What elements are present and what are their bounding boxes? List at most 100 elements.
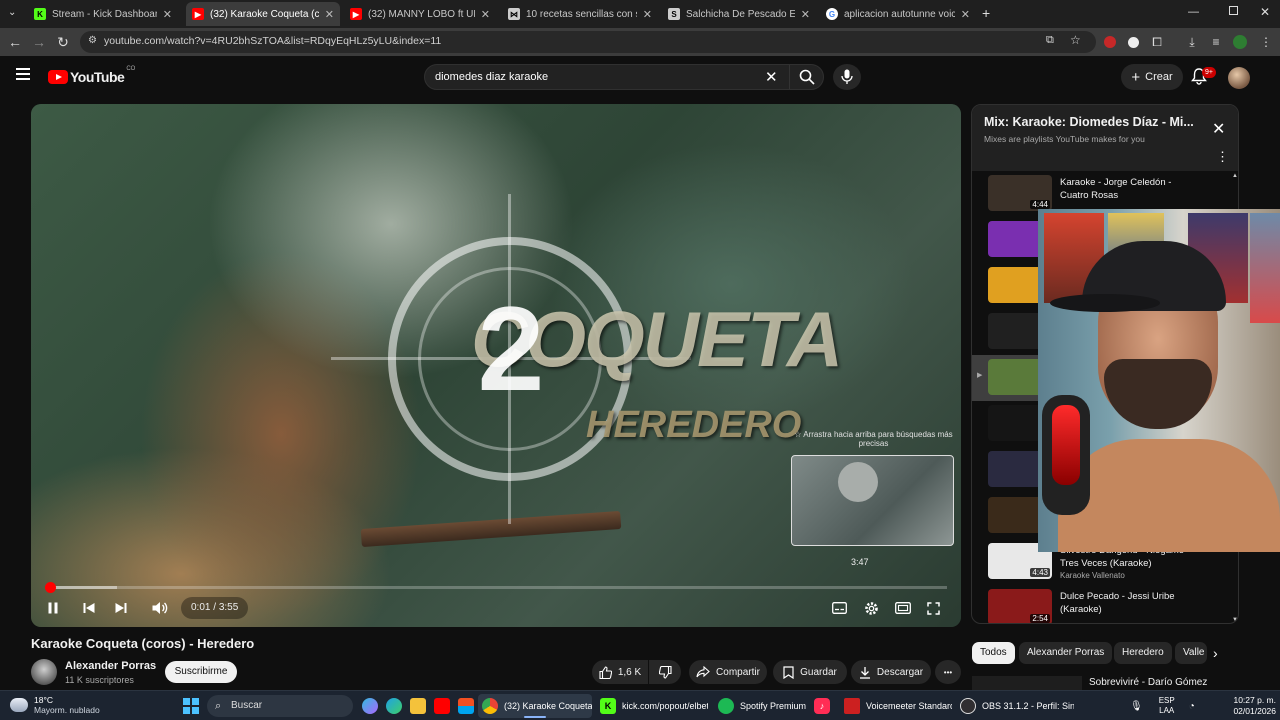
chip-channel[interactable]: Alexander Porras (1019, 642, 1113, 664)
language-indicator[interactable]: ESP LAA (1159, 696, 1175, 716)
playlist-more-icon[interactable]: ⋮ (1216, 149, 1229, 165)
browser-tab[interactable]: S Salchicha De Pescado En Form ✕ (662, 2, 816, 26)
close-icon[interactable]: ✕ (481, 8, 490, 21)
taskbar-window-obs[interactable]: OBS 31.1.2 - Perfil: Sin Tí (956, 694, 1074, 718)
playlist-title[interactable]: Mix: Karaoke: Diomedes Díaz - Mi... (984, 115, 1194, 129)
chip-all[interactable]: Todos (972, 642, 1015, 664)
profile-dot-icon[interactable] (1125, 34, 1141, 50)
browser-tab[interactable]: G aplicacion autotunne voiceme ✕ (820, 2, 976, 26)
pause-icon[interactable] (43, 598, 63, 618)
tab-title: Salchicha De Pescado En Form (686, 8, 795, 20)
progress-bar[interactable] (44, 582, 947, 593)
back-icon[interactable]: ← (6, 33, 24, 51)
close-icon[interactable]: ✕ (801, 8, 810, 21)
chip-heredero[interactable]: Heredero (1114, 642, 1172, 664)
fullscreen-icon[interactable] (923, 598, 943, 618)
subscribe-button[interactable]: Suscribirme (165, 661, 237, 683)
minimize-icon[interactable]: — (1188, 6, 1199, 18)
chevron-right-icon[interactable]: › (1213, 645, 1218, 661)
taskbar-window-chrome[interactable]: (32) Karaoke Coqueta (c (478, 694, 592, 718)
share-arrow-icon (696, 666, 710, 678)
forward-icon[interactable]: → (30, 33, 48, 51)
settings-gear-icon[interactable] (861, 598, 881, 618)
chip-valle[interactable]: Valle (1175, 642, 1207, 664)
share-button[interactable]: Compartir (689, 660, 767, 684)
close-playlist-icon[interactable]: ✕ (1212, 119, 1225, 139)
mic-tray-icon[interactable]: 🎙 (1130, 701, 1143, 712)
download-button[interactable]: Descargar (851, 660, 931, 684)
save-button[interactable]: Guardar (773, 660, 847, 684)
close-icon[interactable]: ✕ (163, 8, 172, 21)
channel-avatar[interactable] (31, 659, 57, 685)
create-button[interactable]: + Crear (1121, 64, 1183, 90)
extensions-puzzle-icon[interactable]: ⧠ (1149, 34, 1165, 50)
copilot-icon[interactable] (362, 698, 378, 714)
progress-scrubber-handle[interactable] (44, 582, 56, 593)
taskbar-window-spotify[interactable]: Spotify Premium (714, 694, 806, 718)
browser-menu-icon[interactable]: ⋮ (1258, 34, 1274, 50)
taskbar-search[interactable]: ⌕ Buscar (207, 695, 353, 717)
site-info-icon[interactable]: ⚙ (88, 35, 97, 46)
search-icon[interactable] (789, 65, 823, 89)
youtube-logo[interactable]: YouTube CO (48, 66, 135, 85)
taskbar-window-voicemeeter[interactable]: Voicemeeter Standard (840, 694, 952, 718)
tab-search-chevron-icon[interactable]: ⌄ (8, 7, 16, 18)
channel-name[interactable]: Alexander Porras (65, 660, 156, 672)
network-icon[interactable]: ◔ (1189, 701, 1195, 712)
dislike-button[interactable] (649, 660, 681, 684)
file-explorer-icon[interactable] (410, 698, 426, 714)
restore-icon[interactable] (1229, 6, 1238, 15)
related-video[interactable]: Sobreviviré - Darío Gómez (972, 674, 1240, 690)
playlist-item[interactable]: 2:54 Dulce Pecado - Jessi Uribe (Karaoke) (972, 585, 1238, 623)
browser-tab[interactable]: ▶ (32) MANNY LOBO ft UPEGUI - ✕ (344, 2, 496, 26)
extension-icon[interactable] (1102, 34, 1118, 50)
edge-icon[interactable] (386, 698, 402, 714)
webcam-overlay (1038, 209, 1280, 552)
bookmark-star-icon[interactable]: ☆ (1070, 33, 1081, 47)
weather-widget[interactable]: 18°C Mayorm. nublado (10, 695, 100, 715)
playlist-subtitle: Mixes are playlists YouTube makes for yo… (984, 134, 1145, 144)
google-icon: G (826, 8, 838, 20)
new-tab-button[interactable]: + (982, 5, 990, 21)
previous-icon[interactable] (79, 598, 99, 618)
taskbar-clock[interactable]: 10:27 p. m. 02/01/2026 (1220, 695, 1276, 717)
clear-search-icon[interactable]: ✕ (765, 68, 778, 86)
theater-mode-icon[interactable] (893, 598, 913, 618)
search-input[interactable]: diomedes diaz karaoke ✕ (424, 64, 824, 90)
weather-condition: Mayorm. nublado (34, 705, 100, 715)
menu-hamburger-icon[interactable] (16, 68, 30, 80)
store-icon[interactable] (458, 698, 474, 714)
taskbar-window-tiktok[interactable]: ♪ (810, 694, 836, 718)
share-label: Compartir (716, 666, 760, 678)
voice-search-mic-icon[interactable] (833, 64, 861, 90)
os-taskbar: 18°C Mayorm. nublado ⌕ Buscar (32) Karao… (0, 690, 1280, 720)
youtube-app-icon[interactable] (434, 698, 450, 714)
like-count: 1,6 K (617, 666, 642, 678)
browser-tab[interactable]: ⋈ 10 recetas sencillas con salchich ✕ (502, 2, 658, 26)
browser-tab[interactable]: K Stream - Kick Dashboard - ✕ (28, 2, 178, 26)
more-actions-button[interactable]: ••• (935, 660, 961, 684)
close-window-icon[interactable]: ✕ (1260, 5, 1270, 19)
close-icon[interactable]: ✕ (643, 8, 652, 21)
video-overlay-artist: HEREDERO (586, 404, 802, 446)
taskbar-window-label: (32) Karaoke Coqueta (c (504, 701, 592, 711)
subtitles-icon[interactable] (829, 598, 849, 618)
windows-start-icon[interactable] (183, 698, 199, 714)
taskbar-window-kick[interactable]: K kick.com/popout/elbetz (596, 694, 708, 718)
reload-icon[interactable]: ↻ (54, 33, 72, 51)
browser-tab-active[interactable]: ▶ (32) Karaoke Coqueta (coros) - ✕ (186, 2, 340, 26)
next-icon[interactable] (111, 598, 131, 618)
like-button[interactable]: 1,6 K (592, 660, 648, 684)
close-icon[interactable]: ✕ (961, 8, 970, 21)
account-avatar[interactable] (1228, 67, 1250, 89)
reading-list-icon[interactable]: ≡ (1208, 34, 1224, 50)
close-icon[interactable]: ✕ (325, 8, 334, 21)
install-app-icon[interactable]: ⧉ (1046, 34, 1054, 47)
subscriber-count: 11 K suscriptores (65, 675, 134, 685)
url-field[interactable]: ⚙ youtube.com/watch?v=4RU2bhSzTOA&list=R… (80, 31, 1096, 53)
volume-icon[interactable] (149, 598, 171, 618)
profile-avatar-icon[interactable] (1232, 34, 1248, 50)
site-icon: S (668, 8, 680, 20)
video-player[interactable]: COQUETA HEREDERO 2 ☆ Arrastra hacia arri… (31, 104, 961, 627)
download-icon[interactable]: ⤓ (1184, 34, 1200, 50)
